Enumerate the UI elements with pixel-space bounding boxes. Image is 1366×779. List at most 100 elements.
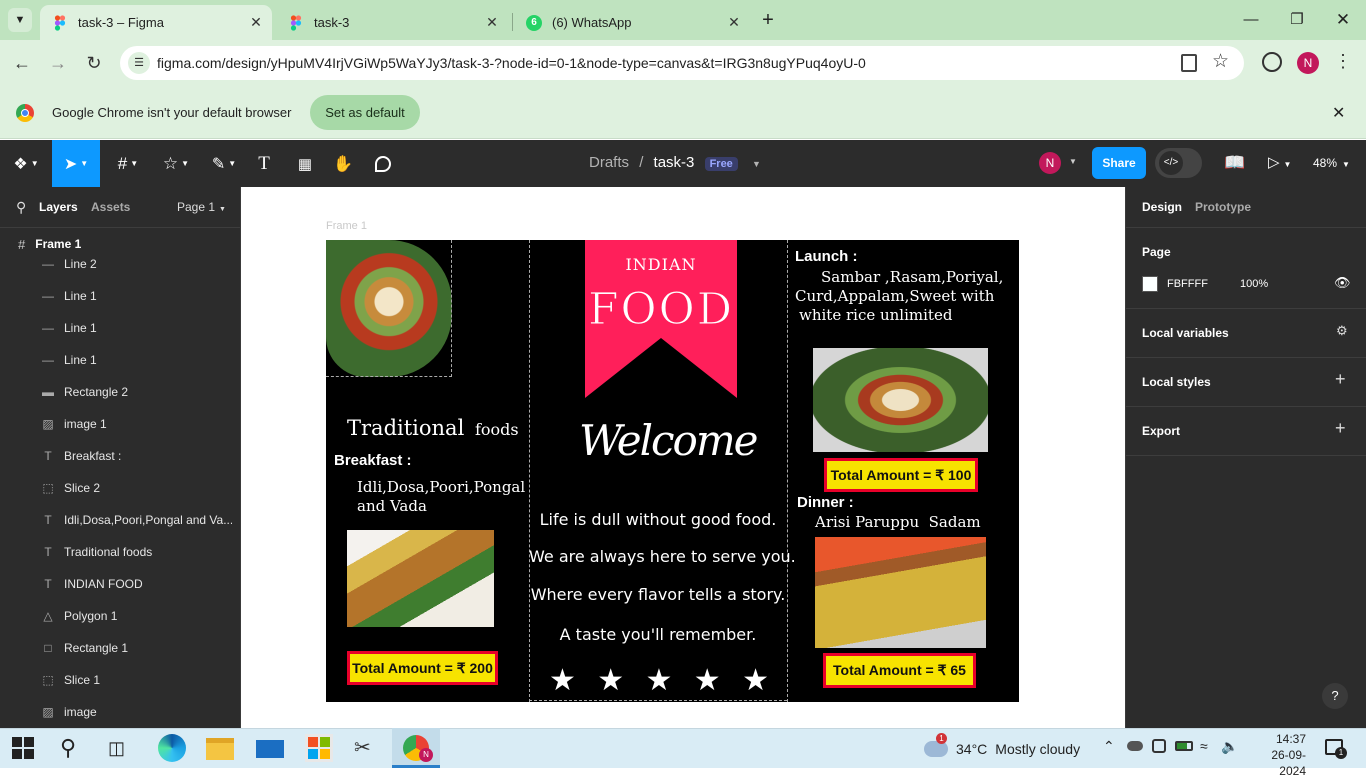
meet-now-icon[interactable] xyxy=(1152,739,1166,753)
variables-settings-icon[interactable]: ⚙ xyxy=(1336,323,1348,339)
close-tab-icon[interactable]: ✕ xyxy=(724,14,744,31)
zoom-menu[interactable]: 48% ▼ xyxy=(1313,156,1350,170)
snipping-tool-icon[interactable]: ✂ xyxy=(354,734,382,762)
help-button[interactable]: ? xyxy=(1322,683,1348,709)
edge-icon[interactable] xyxy=(158,734,186,762)
share-button[interactable]: Share xyxy=(1092,147,1146,179)
move-tool-button[interactable]: ➤ ▼ xyxy=(52,140,100,187)
layer-row[interactable]: ▨ image 1 xyxy=(0,408,240,440)
profile-avatar[interactable]: N xyxy=(1297,52,1319,74)
tab-search-button[interactable]: ▼ xyxy=(8,8,32,32)
search-icon[interactable]: ⚲ xyxy=(16,199,26,216)
site-info-icon[interactable]: ☰ xyxy=(128,52,150,74)
clock[interactable]: 14:37 26-09-2024 xyxy=(1250,731,1306,779)
reload-icon[interactable]: ↻ xyxy=(82,51,106,75)
store-icon[interactable] xyxy=(305,734,333,762)
back-icon[interactable]: ← xyxy=(10,51,34,75)
frame-tool-button[interactable]: # ▼ xyxy=(108,140,148,187)
search-icon[interactable]: ⚲ xyxy=(60,734,88,762)
shape-tool-button[interactable]: ☆ ▼ xyxy=(156,140,196,187)
main-menu-button[interactable]: ❖ ▼ xyxy=(8,140,44,187)
tab-design[interactable]: Design xyxy=(1142,200,1182,214)
close-tab-icon[interactable]: ✕ xyxy=(246,14,266,31)
layer-row[interactable]: ⬚ Slice 2 xyxy=(0,472,240,504)
layer-row[interactable]: T Idli,Dosa,Poori,Pongal and Va... xyxy=(0,504,240,536)
tab-task3[interactable]: task-3 ✕ xyxy=(276,5,508,40)
user-avatar[interactable]: N xyxy=(1039,152,1061,174)
more-menu-icon[interactable]: ⋮ xyxy=(1334,51,1352,72)
windows-start-icon[interactable] xyxy=(12,737,34,759)
chrome-taskbar-button[interactable]: N xyxy=(392,728,440,768)
layer-row[interactable]: ▨ image xyxy=(0,696,240,728)
text-tool-button[interactable]: T xyxy=(252,140,276,187)
layer-row[interactable]: T Traditional foods xyxy=(0,536,240,568)
onedrive-icon[interactable] xyxy=(1127,741,1143,751)
comment-tool-button[interactable] xyxy=(370,140,396,187)
battery-icon[interactable] xyxy=(1175,741,1193,751)
volume-icon[interactable]: 🔈 xyxy=(1221,738,1238,755)
layer-row[interactable]: T INDIAN FOOD xyxy=(0,568,240,600)
plan-badge: Free xyxy=(704,157,738,171)
layer-name: Slice 2 xyxy=(64,481,101,495)
figma-menu-icon: ❖ xyxy=(13,155,28,173)
breadcrumb-drafts[interactable]: Drafts xyxy=(589,154,629,171)
close-tab-icon[interactable]: ✕ xyxy=(482,14,502,31)
wifi-icon[interactable]: ≈ xyxy=(1200,738,1208,754)
tab-assets[interactable]: Assets xyxy=(91,200,130,214)
minimize-icon[interactable]: — xyxy=(1239,8,1263,32)
hand-tool-button[interactable]: ✋ xyxy=(330,140,356,187)
frame-label[interactable]: Frame 1 xyxy=(326,220,367,232)
layer-name: Line 1 xyxy=(64,289,97,303)
layer-row[interactable]: □ Rectangle 1 xyxy=(0,632,240,664)
restore-icon[interactable]: ❐ xyxy=(1285,8,1309,32)
file-name[interactable]: task-3 xyxy=(654,154,695,171)
page-color-swatch[interactable] xyxy=(1142,276,1158,292)
layer-row[interactable]: △ Polygon 1 xyxy=(0,600,240,632)
page-selector[interactable]: Page 1 ▼ xyxy=(177,200,226,214)
layer-row[interactable]: T Breakfast : xyxy=(0,440,240,472)
window-close-icon[interactable]: ✕ xyxy=(1331,8,1355,32)
layer-row[interactable]: — Line 1 xyxy=(0,312,240,344)
chevron-down-icon[interactable]: ▼ xyxy=(752,159,761,169)
set-default-button[interactable]: Set as default xyxy=(310,95,420,130)
layer-row[interactable]: — Line 2 xyxy=(0,248,240,280)
panel-divider xyxy=(1126,308,1366,309)
pen-tool-button[interactable]: ✎ ▼ xyxy=(204,140,244,187)
tray-overflow-icon[interactable]: ⌃ xyxy=(1103,738,1115,755)
eye-icon[interactable]: 👁 xyxy=(1334,275,1351,291)
menu-frame[interactable]: Traditional foods Breakfast : Idli,Dosa,… xyxy=(326,240,1019,702)
file-explorer-icon[interactable] xyxy=(206,738,234,760)
bookmark-star-icon[interactable]: ☆ xyxy=(1212,50,1229,73)
export-label[interactable]: Export xyxy=(1142,424,1180,438)
add-export-icon[interactable]: + xyxy=(1335,418,1346,439)
url-text[interactable]: figma.com/design/yHpuMV4IrjVGiWp5WaYJy3/… xyxy=(157,55,866,71)
layer-row[interactable]: ▬ Rectangle 2 xyxy=(0,376,240,408)
mail-icon[interactable] xyxy=(256,740,284,758)
clipboard-icon[interactable] xyxy=(1181,54,1197,72)
weather-widget[interactable]: 1 34°C Mostly cloudy xyxy=(924,733,1080,763)
library-book-icon[interactable]: 📖 xyxy=(1224,153,1245,173)
tab-figma[interactable]: task-3 – Figma ✕ xyxy=(40,5,272,40)
resources-button[interactable]: ▦ xyxy=(292,140,318,187)
chevron-down-icon[interactable]: ▼ xyxy=(1069,157,1077,166)
present-button[interactable]: ▷ ▼ xyxy=(1268,153,1291,171)
page-opacity-value[interactable]: 100% xyxy=(1240,278,1268,290)
forward-icon[interactable]: → xyxy=(46,51,70,75)
infobar-close-icon[interactable]: ✕ xyxy=(1332,103,1345,123)
page-color-value[interactable]: FBFFFF xyxy=(1167,278,1208,290)
new-tab-button[interactable]: + xyxy=(756,8,780,32)
extensions-icon[interactable] xyxy=(1262,52,1282,72)
tab-whatsapp[interactable]: 6 (6) WhatsApp ✕ xyxy=(514,5,750,40)
notification-center-icon[interactable]: 1 xyxy=(1325,739,1347,759)
layer-row[interactable]: — Line 1 xyxy=(0,280,240,312)
layer-row[interactable]: ⬚ Slice 1 xyxy=(0,664,240,696)
dev-mode-toggle[interactable]: </> xyxy=(1155,148,1202,178)
task-view-icon[interactable]: ◫ xyxy=(108,734,136,762)
tab-layers[interactable]: Layers xyxy=(39,200,78,214)
local-styles-label[interactable]: Local styles xyxy=(1142,375,1211,389)
local-variables-label[interactable]: Local variables xyxy=(1142,326,1229,340)
add-style-icon[interactable]: + xyxy=(1335,369,1346,390)
tab-prototype[interactable]: Prototype xyxy=(1195,200,1251,214)
layer-row[interactable]: — Line 1 xyxy=(0,344,240,376)
tagline-4: A taste you'll remember. xyxy=(559,625,757,644)
